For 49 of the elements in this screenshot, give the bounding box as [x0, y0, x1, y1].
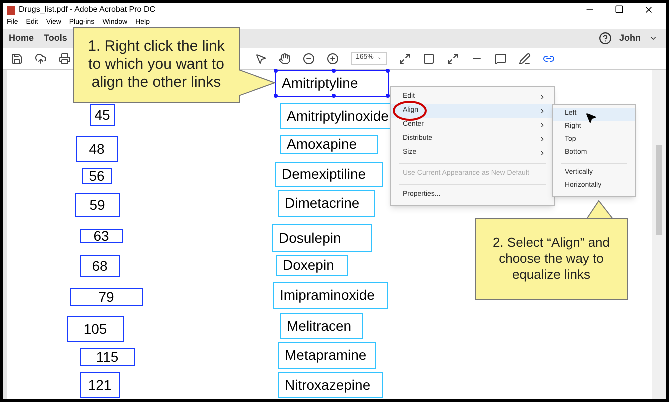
- number-link[interactable]: 79: [70, 288, 143, 306]
- number-link[interactable]: 105: [67, 316, 124, 342]
- window-title: Drugs_list.pdf - Adobe Acrobat Pro DC: [19, 4, 156, 16]
- close-icon[interactable]: [644, 5, 654, 15]
- pen-icon[interactable]: [519, 52, 531, 64]
- drug-link[interactable]: Demexiptiline: [275, 162, 383, 187]
- number-link[interactable]: 63: [80, 229, 123, 243]
- tab[interactable]: Tools: [44, 32, 68, 46]
- user-name[interactable]: John: [620, 32, 641, 46]
- pointer-icon[interactable]: [255, 52, 267, 64]
- hand-icon[interactable]: [279, 52, 291, 64]
- fit-page-icon[interactable]: [399, 52, 411, 64]
- caret-icon[interactable]: [649, 34, 658, 43]
- number-link[interactable]: 68: [80, 255, 120, 277]
- number-link[interactable]: 48: [76, 136, 118, 162]
- drug-link[interactable]: Nitroxazepine: [278, 372, 383, 398]
- callout: 2. Select “Align” and choose the way to equalize links: [475, 218, 628, 300]
- number-link[interactable]: 56: [82, 168, 112, 184]
- save-icon[interactable]: [11, 52, 23, 64]
- zoom-in-icon[interactable]: [327, 52, 339, 64]
- zoom-out-icon[interactable]: [303, 52, 315, 64]
- page-icon[interactable]: [423, 52, 435, 64]
- tab[interactable]: Home: [9, 32, 34, 46]
- scrollbar[interactable]: [652, 70, 666, 399]
- drug-link[interactable]: Dosulepin: [272, 224, 372, 252]
- comment-icon[interactable]: [495, 52, 507, 64]
- maximize-icon[interactable]: [615, 5, 624, 14]
- drug-link[interactable]: Amitriptyline: [275, 70, 389, 97]
- help-icon[interactable]: [598, 32, 612, 45]
- highlight-circle: [393, 101, 427, 121]
- callout: 1. Right click the link to which you want to align the other links: [73, 27, 240, 103]
- print-icon[interactable]: [59, 52, 71, 64]
- full-screen-icon[interactable]: [447, 52, 459, 64]
- upload-icon[interactable]: [35, 52, 47, 64]
- callout-pointer: [239, 68, 276, 98]
- number-link[interactable]: 121: [80, 372, 120, 398]
- number-link[interactable]: 115: [80, 348, 135, 366]
- drug-link[interactable]: Imipraminoxide: [273, 282, 388, 309]
- number-link[interactable]: 45: [90, 104, 115, 126]
- drug-link[interactable]: Amoxapine: [280, 135, 378, 154]
- drug-link[interactable]: Doxepin: [276, 255, 348, 276]
- drug-link[interactable]: Melitracen: [280, 313, 363, 339]
- number-link[interactable]: 59: [75, 193, 120, 217]
- caret-icon: [378, 55, 382, 62]
- pdf-icon: [7, 6, 15, 14]
- callout-pointer: [585, 200, 615, 219]
- drug-link[interactable]: Metapramine: [278, 342, 376, 369]
- drug-link[interactable]: Dimetacrine: [278, 190, 375, 217]
- mouse-cursor-icon: [585, 112, 597, 124]
